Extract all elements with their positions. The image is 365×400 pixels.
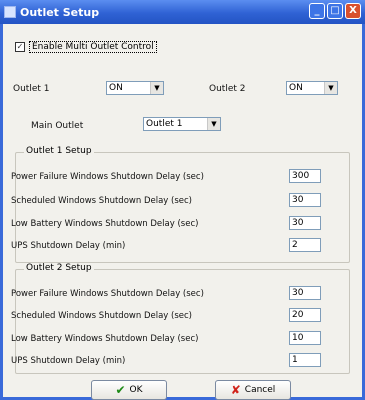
outlet1-ups-shutdown-input[interactable]: 2 — [289, 238, 321, 252]
app-icon — [4, 6, 16, 18]
main-outlet-select[interactable]: Outlet 1 ▼ — [143, 117, 221, 131]
outlet1-power-failure-label: Power Failure Windows Shutdown Delay (se… — [11, 172, 204, 182]
multi-outlet-checkbox[interactable]: ✓ — [15, 42, 25, 52]
minimize-button[interactable]: _ — [309, 3, 325, 19]
outlet2-scheduled-input[interactable]: 20 — [289, 308, 321, 322]
outlet2-select[interactable]: ON ▼ — [286, 81, 338, 95]
outlet-setup-dialog: Outlet Setup _ □ X ✓ Enable Multi Outlet… — [0, 0, 365, 400]
outlet1-scheduled-input[interactable]: 30 — [289, 193, 321, 207]
outlet1-low-battery-input[interactable]: 30 — [289, 216, 321, 230]
outlet2-label: Outlet 2 — [209, 84, 246, 94]
ok-button[interactable]: ✔ OK — [91, 380, 167, 400]
chevron-down-icon[interactable]: ▼ — [324, 82, 337, 94]
outlet1-ups-shutdown-label: UPS Shutdown Delay (min) — [11, 241, 126, 251]
outlet2-low-battery-label: Low Battery Windows Shutdown Delay (sec) — [11, 334, 199, 344]
ok-button-label: OK — [129, 385, 143, 395]
outlet1-scheduled-label: Scheduled Windows Shutdown Delay (sec) — [11, 196, 192, 206]
outlet2-power-failure-label: Power Failure Windows Shutdown Delay (se… — [11, 289, 204, 299]
outlet2-ups-shutdown-label: UPS Shutdown Delay (min) — [11, 356, 126, 366]
chevron-down-icon[interactable]: ▼ — [150, 82, 163, 94]
outlet2-low-battery-input[interactable]: 10 — [289, 331, 321, 345]
window-title: Outlet Setup — [20, 5, 100, 19]
main-outlet-select-value: Outlet 1 — [146, 119, 183, 129]
outlet1-select-value: ON — [109, 83, 123, 93]
outlet1-power-failure-input[interactable]: 300 — [289, 169, 321, 183]
title-bar[interactable]: Outlet Setup _ □ X — [0, 0, 365, 24]
outlet1-label: Outlet 1 — [13, 84, 50, 94]
outlet2-ups-shutdown-input[interactable]: 1 — [289, 353, 321, 367]
chevron-down-icon[interactable]: ▼ — [207, 118, 220, 130]
outlet1-setup-title: Outlet 1 Setup — [24, 146, 94, 156]
outlet2-power-failure-input[interactable]: 30 — [289, 286, 321, 300]
outlet1-low-battery-label: Low Battery Windows Shutdown Delay (sec) — [11, 219, 199, 229]
multi-outlet-label: Enable Multi Outlet Control — [29, 41, 157, 53]
cancel-button-label: Cancel — [244, 385, 276, 395]
outlet1-select[interactable]: ON ▼ — [106, 81, 164, 95]
maximize-button[interactable]: □ — [327, 3, 343, 19]
cancel-button[interactable]: ✘ Cancel — [215, 380, 291, 400]
outlet2-select-value: ON — [289, 83, 303, 93]
multi-outlet-checkbox-row[interactable]: ✓ Enable Multi Outlet Control — [15, 41, 157, 53]
close-button[interactable]: X — [345, 3, 361, 19]
x-cross-icon: ✘ — [230, 383, 241, 397]
main-outlet-label: Main Outlet — [31, 121, 84, 131]
outlet2-scheduled-label: Scheduled Windows Shutdown Delay (sec) — [11, 311, 192, 321]
checkmark-icon: ✔ — [115, 383, 126, 397]
outlet2-setup-title: Outlet 2 Setup — [24, 263, 94, 273]
window-controls: _ □ X — [309, 3, 361, 19]
